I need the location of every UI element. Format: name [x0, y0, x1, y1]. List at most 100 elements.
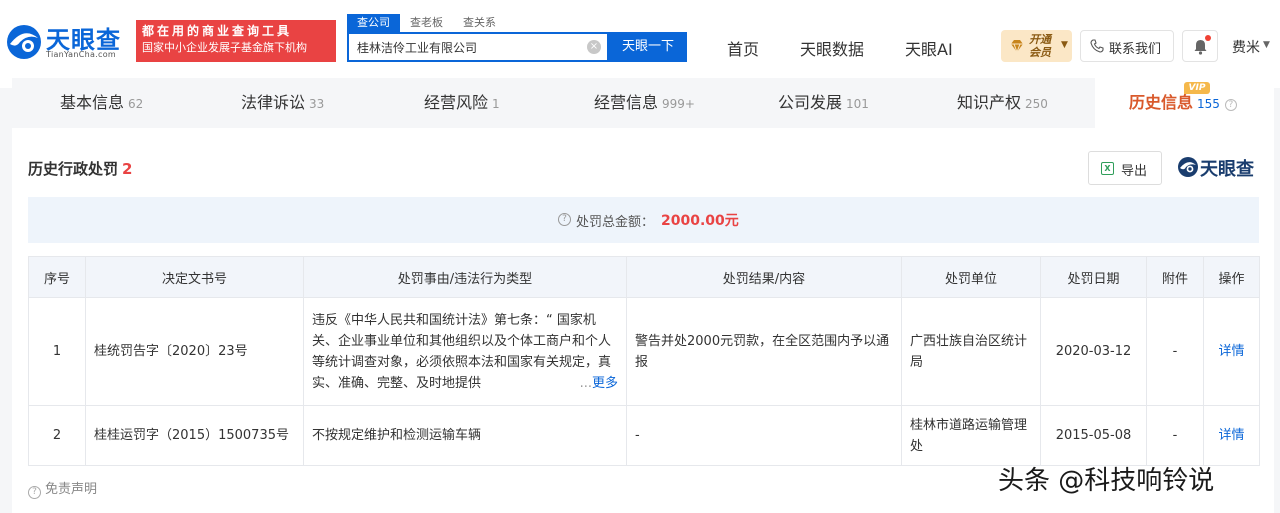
nav-tianyan-data[interactable]: 天眼数据 — [800, 36, 864, 60]
notification-button[interactable] — [1182, 30, 1218, 62]
attachment: - — [1146, 297, 1204, 406]
watermark-text: 头条 @科技响铃说 — [998, 466, 1215, 496]
detail-link[interactable]: 详情 — [1203, 405, 1260, 466]
tab-label: 法律诉讼 — [241, 93, 306, 112]
search-tab-company[interactable]: 查公司 — [347, 14, 400, 32]
detail-link-text[interactable]: 详情 — [1218, 428, 1244, 443]
nav-tianyan-ai[interactable]: 天眼AI — [905, 36, 953, 60]
penalty-date: 2015-05-08 — [1040, 405, 1147, 466]
penalty-result: 警告并处2000元罚款，在全区范围内予以通报 — [626, 297, 902, 406]
detail-link[interactable]: 详情 — [1203, 297, 1260, 406]
chevron-down-icon: ▼ — [1061, 40, 1068, 50]
tab-count: 1 — [492, 97, 500, 111]
notification-dot — [1205, 35, 1211, 41]
history-penalty-panel: 历史行政处罚 2 X 导出 天眼查 ? 处罚总金额： 2000.00元 序号 决定… — [12, 128, 1274, 513]
slogan-banner: 都在用的商业查询工具 国家中小企业发展子基金旗下机构 — [136, 20, 336, 62]
tab-legal-litigation[interactable]: 法律诉讼 33 — [241, 78, 324, 128]
tab-company-development[interactable]: 公司发展 101 — [778, 78, 869, 128]
clear-icon[interactable]: × — [587, 40, 601, 54]
search-tab-relation[interactable]: 查关系 — [453, 14, 506, 32]
penalty-table: 序号 决定文书号 处罚事由/违法行为类型 处罚结果/内容 处罚单位 处罚日期 附… — [28, 256, 1260, 466]
penalty-reason: 违反《中华人民共和国统计法》第七条：“ 国家机关、企业事业单位和其他组织以及个体… — [312, 312, 612, 391]
disclaimer-text: 免责声明 — [45, 482, 98, 497]
table-header-row: 序号 决定文书号 处罚事由/违法行为类型 处罚结果/内容 处罚单位 处罚日期 附… — [28, 256, 1260, 298]
search-tab-boss[interactable]: 查老板 — [400, 14, 453, 32]
tab-operating-info[interactable]: 经营信息 999+ — [594, 78, 695, 128]
search-type-tabs: 查公司 查老板 查关系 — [347, 14, 506, 32]
row-index: 2 — [28, 405, 86, 466]
column-header: 序号 — [28, 256, 86, 298]
total-value: 2000.00元 — [661, 213, 739, 229]
column-header: 处罚事由/违法行为类型 — [303, 256, 627, 298]
penalty-total-bar: ? 处罚总金额： 2000.00元 — [28, 197, 1259, 243]
column-header: 决定文书号 — [85, 256, 304, 298]
section-title: 历史行政处罚 2 — [28, 158, 132, 179]
row-index: 1 — [28, 297, 86, 406]
penalty-unit: 桂林市道路运输管理处 — [901, 405, 1041, 466]
tab-label: 历史信息 — [1129, 93, 1194, 112]
phone-icon — [1090, 39, 1104, 53]
tab-label: 基本信息 — [60, 93, 125, 112]
tab-label: 经营信息 — [594, 93, 659, 112]
column-header: 处罚结果/内容 — [626, 256, 902, 298]
penalty-reason: 不按规定维护和检测运输车辆 — [303, 405, 627, 466]
slogan-line-1: 都在用的商业查询工具 — [142, 24, 293, 38]
tab-count: 250 — [1025, 97, 1048, 111]
tab-count: 999+ — [662, 97, 695, 111]
brand-text: 天眼查 — [1200, 159, 1254, 180]
diamond-icon — [1011, 40, 1023, 53]
search-button[interactable]: 天眼一下 — [609, 32, 687, 62]
slogan-line-2: 国家中小企业发展子基金旗下机构 — [142, 41, 307, 54]
vip-label: 开通会员 — [1029, 33, 1051, 59]
tianyancha-logo[interactable]: 天眼查 TianYanCha.com — [4, 18, 132, 64]
tab-count: 101 — [846, 97, 869, 111]
column-header: 处罚单位 — [901, 256, 1041, 298]
more-link[interactable]: 更多 — [592, 376, 618, 391]
decision-doc-no: 桂桂运罚字（2015）1500735号 — [85, 405, 304, 466]
tab-label: 经营风险 — [424, 93, 489, 112]
tab-basic-info[interactable]: 基本信息 62 — [60, 78, 143, 128]
help-icon[interactable]: ? — [558, 213, 571, 226]
logo-domain: TianYanCha.com — [46, 50, 116, 59]
open-vip-button[interactable]: 开通会员 ▼ — [1001, 30, 1072, 62]
vip-badge: VIP — [1184, 82, 1210, 94]
nav-home[interactable]: 首页 — [727, 36, 759, 60]
tab-intellectual-property[interactable]: 知识产权 250 — [957, 78, 1048, 128]
eye-logo-icon — [7, 25, 41, 59]
attachment: - — [1146, 405, 1204, 466]
section-count: 2 — [122, 160, 133, 178]
company-tab-bar: 基本信息 62 法律诉讼 33 经营风险 1 经营信息 999+ 公司发展 101 知识产… — [12, 78, 1274, 128]
column-header: 操作 — [1203, 256, 1260, 298]
search-input[interactable] — [349, 34, 579, 60]
tab-label: 知识产权 — [957, 93, 1022, 112]
penalty-unit: 广西壮族自治区统计局 — [901, 297, 1041, 406]
tab-count: 33 — [309, 97, 325, 111]
tab-label: 公司发展 — [778, 93, 843, 112]
top-header: 天眼查 TianYanCha.com 都在用的商业查询工具 国家中小企业发展子基… — [0, 0, 1280, 88]
export-label: 导出 — [1121, 164, 1148, 179]
disclaimer-link[interactable]: ? 免责声明 — [28, 478, 97, 499]
excel-icon: X — [1101, 162, 1114, 175]
column-header: 处罚日期 — [1040, 256, 1147, 298]
detail-link-text[interactable]: 详情 — [1218, 344, 1244, 359]
help-icon: ? — [28, 486, 41, 499]
tab-count: 62 — [128, 97, 144, 111]
search-box: × — [347, 32, 609, 62]
column-header: 附件 — [1146, 256, 1204, 298]
total-label: 处罚总金额： — [576, 215, 655, 230]
contact-label: 联系我们 — [1109, 42, 1162, 57]
table-row: 1 桂统罚告字〔2020〕23号 违反《中华人民共和国统计法》第七条：“ 国家机… — [28, 297, 1260, 406]
section-title-text: 历史行政处罚 — [28, 160, 119, 178]
contact-us-button[interactable]: 联系我们 — [1080, 30, 1174, 62]
penalty-result: - — [626, 405, 902, 466]
decision-doc-no: 桂统罚告字〔2020〕23号 — [85, 297, 304, 406]
tab-count: 155 — [1197, 97, 1220, 111]
ellipsis: ... — [579, 375, 592, 391]
user-name[interactable]: 费米 — [1232, 37, 1260, 57]
export-button[interactable]: X 导出 — [1088, 151, 1162, 185]
table-row: 2 桂桂运罚字（2015）1500735号 不按规定维护和检测运输车辆 - 桂林… — [28, 405, 1260, 466]
more-toggle[interactable]: ...更多 — [575, 372, 618, 394]
chevron-down-icon[interactable]: ▼ — [1263, 40, 1270, 50]
help-icon[interactable]: ? — [1224, 99, 1237, 111]
tab-operating-risk[interactable]: 经营风险 1 — [424, 78, 500, 128]
